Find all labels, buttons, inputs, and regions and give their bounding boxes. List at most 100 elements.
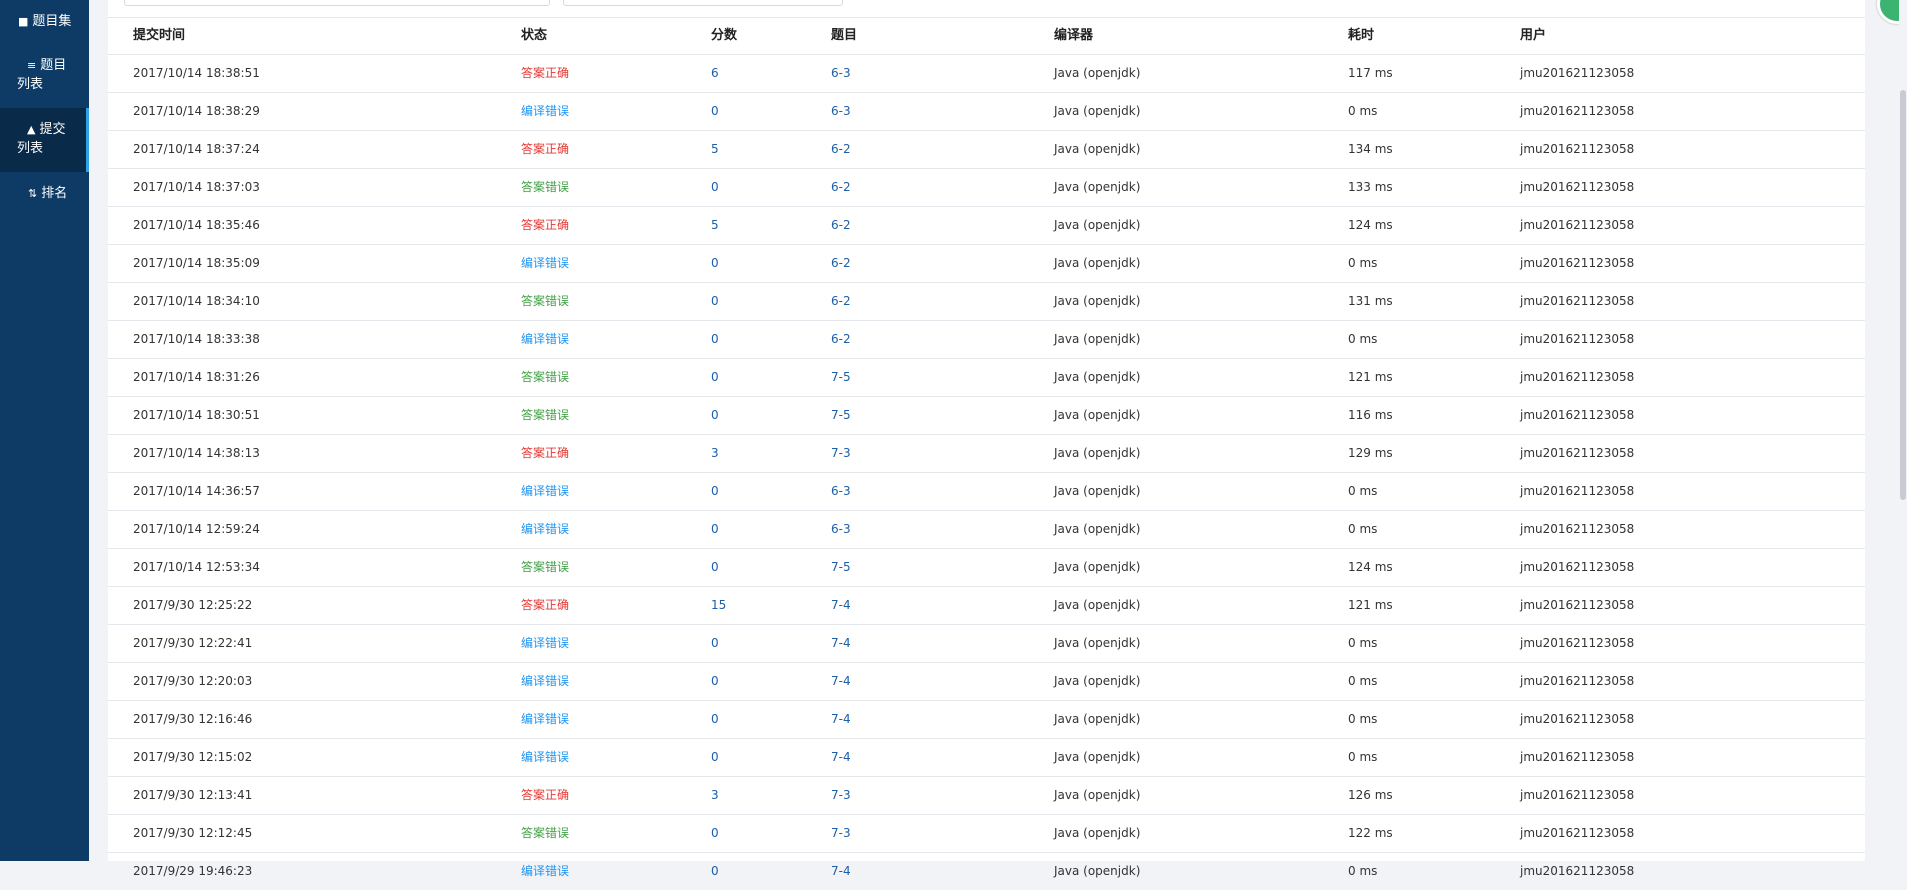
cell-problem[interactable]: 6-2 [831,245,851,282]
cell-status[interactable]: 编译错误 [521,739,569,776]
cell-score[interactable]: 0 [711,815,719,852]
cell-user: jmu201621123058 [1520,332,1635,346]
table-row: 2017/9/30 12:12:45 答案错误 0 7-3 Java (openjdk)… [108,814,1865,852]
cell-status[interactable]: 答案错误 [521,815,569,852]
cell-score[interactable]: 0 [711,701,719,738]
cell-user: jmu201621123058 [1520,104,1635,118]
cell-problem[interactable]: 6-3 [831,55,851,92]
cell-submit-time: 2017/9/30 12:15:02 [133,750,253,764]
cell-status[interactable]: 答案正确 [521,435,569,472]
cell-score[interactable]: 0 [711,169,719,206]
cell-score[interactable]: 0 [711,321,719,358]
cell-score[interactable]: 3 [711,777,719,814]
sidebar-item-ranking[interactable]: ⇅ 排名 [0,184,89,203]
cell-submit-time: 2017/9/30 12:13:41 [133,788,253,802]
cell-problem[interactable]: 7-4 [831,663,851,700]
cell-user: jmu201621123058 [1520,750,1635,764]
cell-score[interactable]: 15 [711,587,726,624]
filter-select-1[interactable] [124,0,550,6]
cell-score[interactable]: 5 [711,131,719,168]
cell-problem[interactable]: 7-3 [831,435,851,472]
cell-status[interactable]: 编译错误 [521,511,569,548]
cell-status[interactable]: 编译错误 [521,93,569,130]
cell-problem[interactable]: 7-4 [831,739,851,776]
table-row: 2017/10/14 18:35:46 答案正确 5 6-2 Java (openjdk… [108,206,1865,244]
cell-score[interactable]: 6 [711,55,719,92]
cell-score[interactable]: 0 [711,853,719,890]
cell-status[interactable]: 答案正确 [521,587,569,624]
table-row: 2017/10/14 12:59:24 编译错误 0 6-3 Java (openjdk… [108,510,1865,548]
cell-status[interactable]: 答案错误 [521,359,569,396]
cell-problem[interactable]: 6-2 [831,131,851,168]
cell-problem[interactable]: 7-4 [831,625,851,662]
cell-score[interactable]: 0 [711,511,719,548]
cell-user: jmu201621123058 [1520,408,1635,422]
cell-problem[interactable]: 6-2 [831,169,851,206]
cell-status[interactable]: 答案错误 [521,397,569,434]
cell-problem[interactable]: 7-5 [831,397,851,434]
cell-score[interactable]: 0 [711,93,719,130]
cell-compiler: Java (openjdk) [1054,104,1141,118]
sidebar-item-problem-list[interactable]: ≡ 题目列表 [0,56,89,94]
scrollbar-thumb[interactable] [1900,90,1906,500]
cell-status[interactable]: 答案错误 [521,549,569,586]
cell-compiler: Java (openjdk) [1054,332,1141,346]
cell-score[interactable]: 0 [711,663,719,700]
cell-compiler: Java (openjdk) [1054,142,1141,156]
scrollbar[interactable] [1899,0,1907,861]
cell-status[interactable]: 答案正确 [521,55,569,92]
cell-status[interactable]: 答案正确 [521,777,569,814]
cell-problem[interactable]: 7-5 [831,359,851,396]
cell-score[interactable]: 0 [711,283,719,320]
cell-status[interactable]: 答案错误 [521,169,569,206]
cell-status[interactable]: 编译错误 [521,321,569,358]
cell-problem[interactable]: 7-4 [831,701,851,738]
table-header: 提交时间 状态 分数 题目 编译器 耗时 用户 [108,17,1865,54]
cell-problem[interactable]: 7-4 [831,853,851,890]
cell-score[interactable]: 5 [711,207,719,244]
cell-problem[interactable]: 6-2 [831,207,851,244]
cell-problem[interactable]: 6-2 [831,283,851,320]
cell-status[interactable]: 答案错误 [521,283,569,320]
cell-problem[interactable]: 6-3 [831,473,851,510]
cell-status[interactable]: 编译错误 [521,663,569,700]
cell-submit-time: 2017/10/14 18:37:03 [133,180,260,194]
cell-problem[interactable]: 6-3 [831,93,851,130]
cell-score[interactable]: 3 [711,435,719,472]
cell-problem[interactable]: 6-3 [831,511,851,548]
header-problem: 题目 [831,28,858,43]
cell-problem[interactable]: 7-5 [831,549,851,586]
cell-status[interactable]: 编译错误 [521,853,569,890]
cell-score[interactable]: 0 [711,739,719,776]
cell-status[interactable]: 答案正确 [521,207,569,244]
header-user: 用户 [1520,28,1547,43]
cell-time-used: 124 ms [1348,560,1393,574]
cell-status[interactable]: 编译错误 [521,625,569,662]
cell-status[interactable]: 编译错误 [521,245,569,282]
cell-user: jmu201621123058 [1520,864,1635,878]
cell-problem[interactable]: 7-3 [831,815,851,852]
cell-status[interactable]: 编译错误 [521,701,569,738]
cell-user: jmu201621123058 [1520,560,1635,574]
cell-problem[interactable]: 7-4 [831,587,851,624]
cell-status[interactable]: 答案正确 [521,131,569,168]
filter-select-2[interactable] [563,0,843,6]
sidebar-item-problem-sets[interactable]: ■ 题目集 [0,12,89,31]
cell-score[interactable]: 0 [711,397,719,434]
cell-compiler: Java (openjdk) [1054,560,1141,574]
cell-score[interactable]: 0 [711,473,719,510]
cell-user: jmu201621123058 [1520,370,1635,384]
cell-score[interactable]: 0 [711,245,719,282]
cell-problem[interactable]: 7-3 [831,777,851,814]
cell-submit-time: 2017/10/14 14:38:13 [133,446,260,460]
cell-score[interactable]: 0 [711,359,719,396]
cell-status[interactable]: 编译错误 [521,473,569,510]
cell-problem[interactable]: 6-2 [831,321,851,358]
cell-submit-time: 2017/10/14 14:36:57 [133,484,260,498]
cell-compiler: Java (openjdk) [1054,826,1141,840]
cell-score[interactable]: 0 [711,549,719,586]
table-row: 2017/10/14 18:35:09 编译错误 0 6-2 Java (openjdk… [108,244,1865,282]
cell-score[interactable]: 0 [711,625,719,662]
sidebar-item-submissions[interactable]: ▲ 提交列表 [0,108,89,172]
cell-time-used: 0 ms [1348,750,1378,764]
